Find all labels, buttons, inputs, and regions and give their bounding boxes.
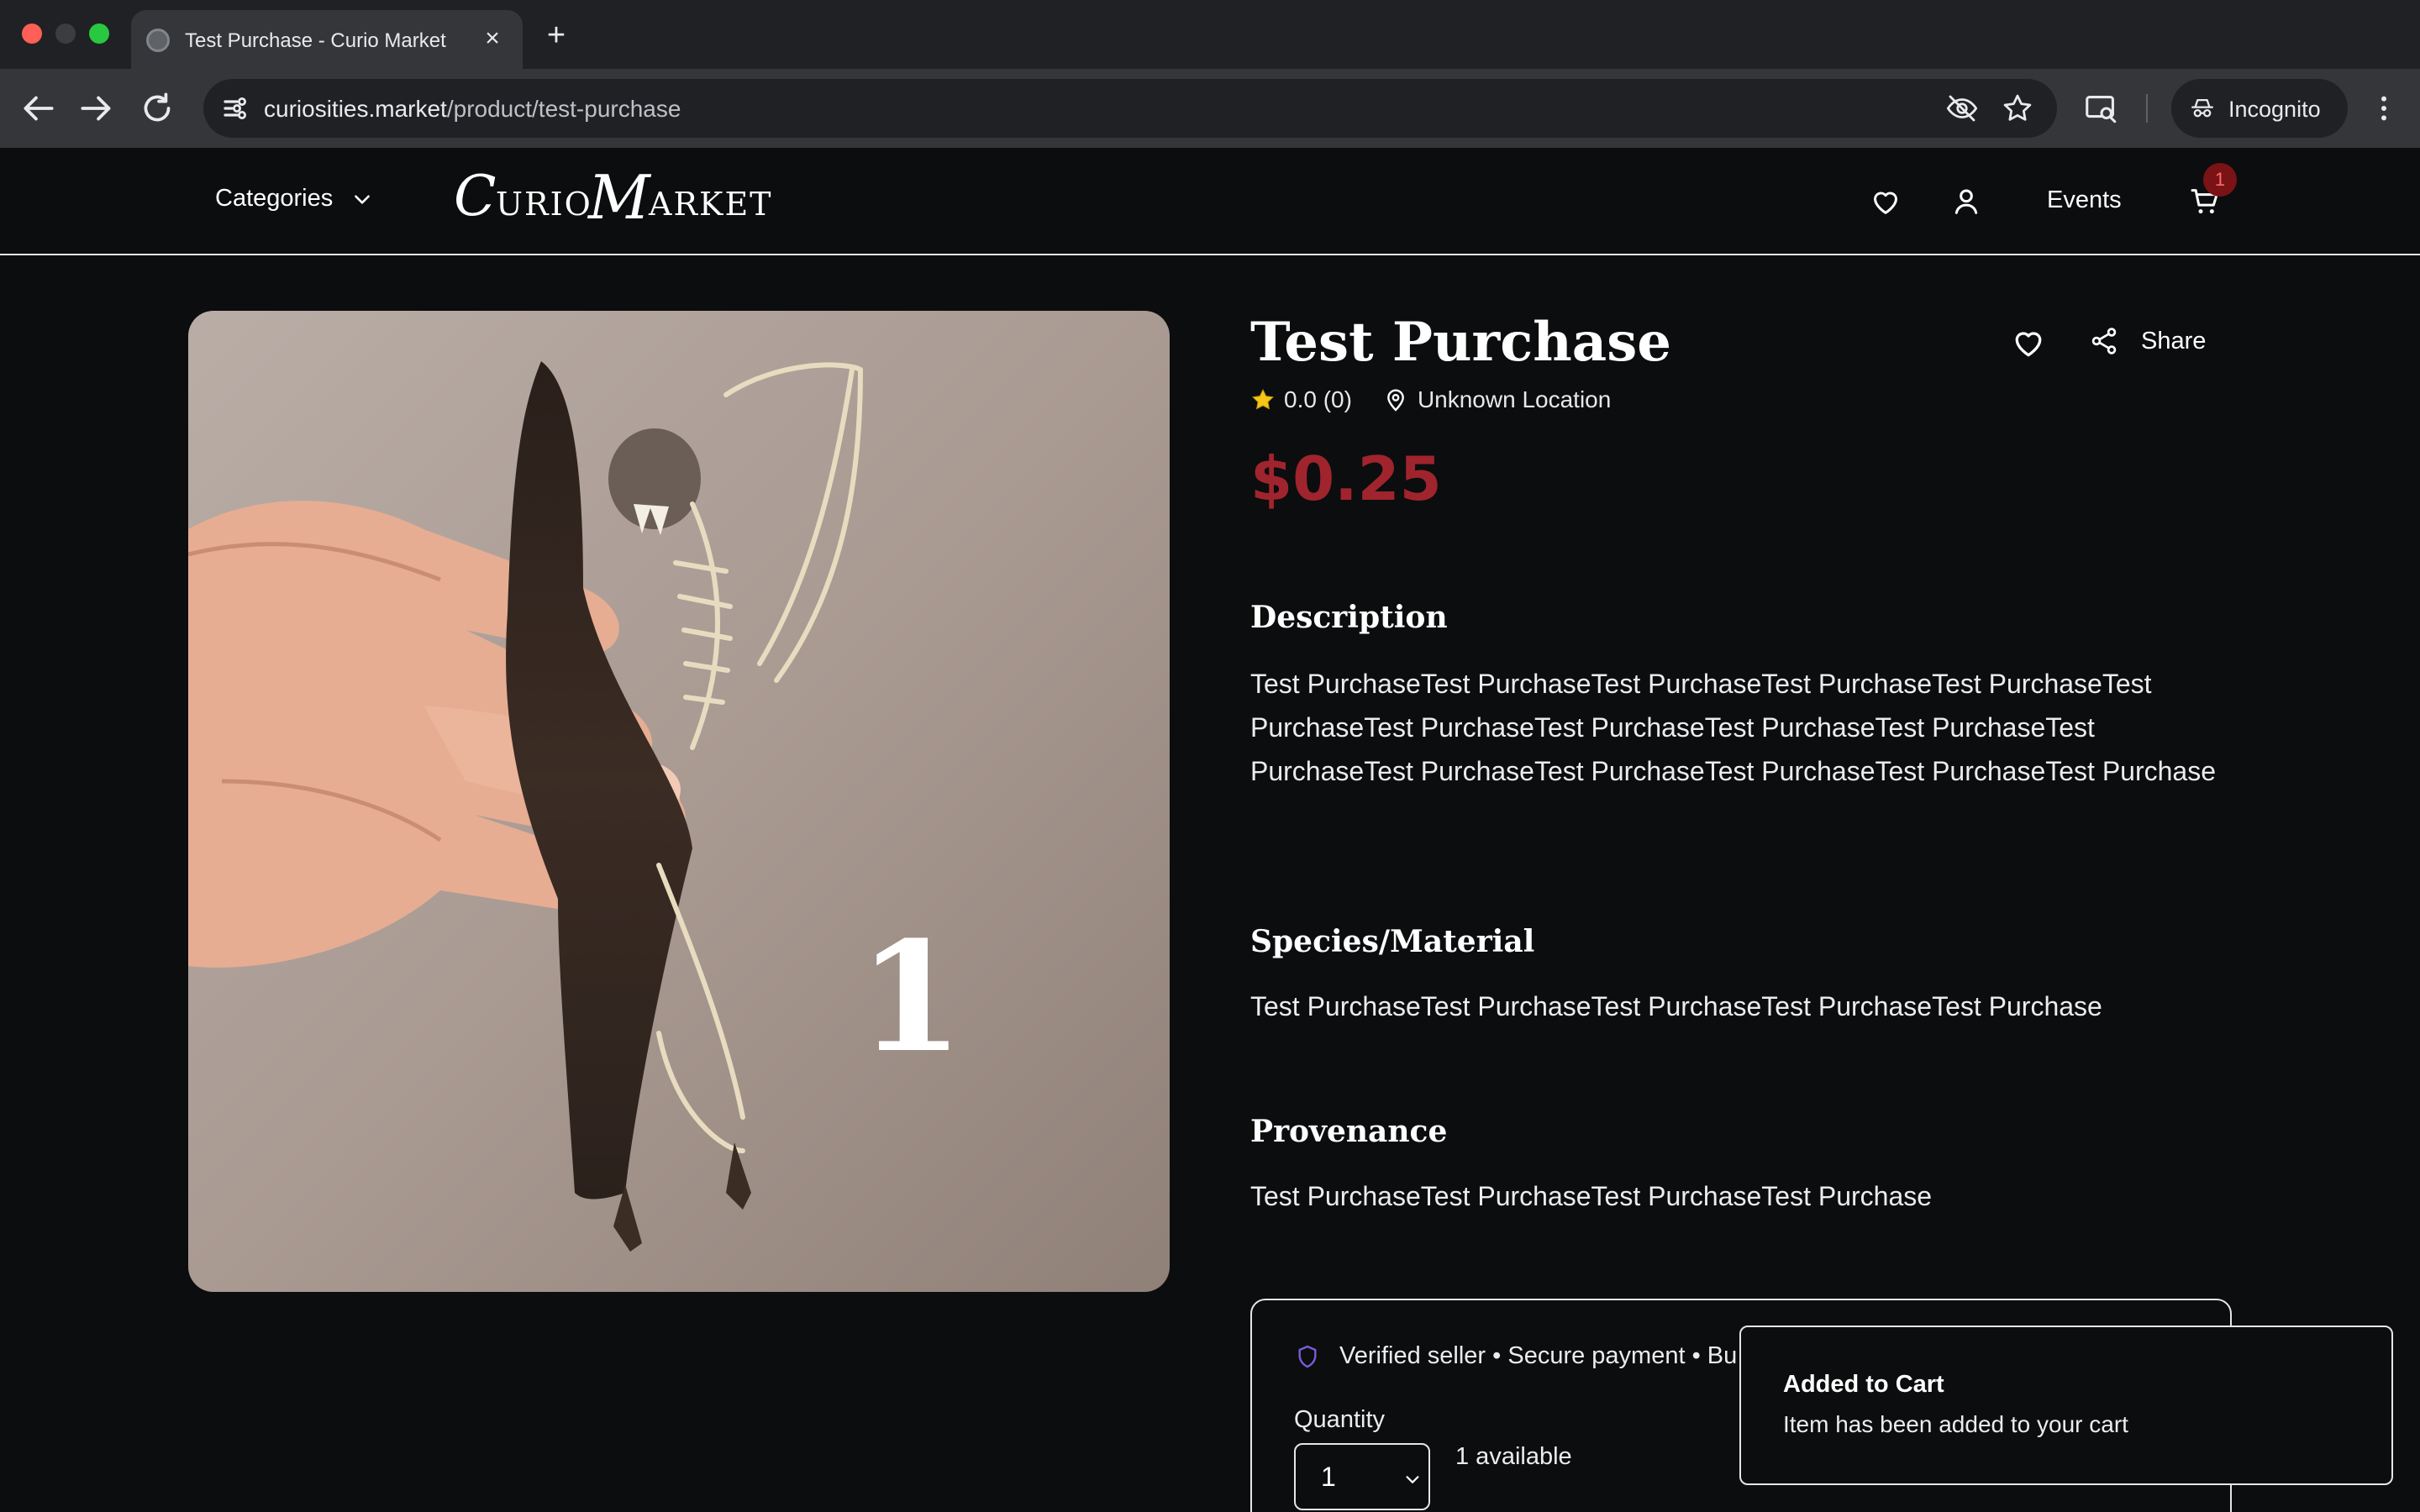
- image-overlay-number: 1: [858, 909, 963, 1086]
- toast-title: Added to Cart: [1783, 1371, 1944, 1398]
- minimize-window-button[interactable]: [55, 24, 76, 44]
- quantity-label: Quantity: [1294, 1406, 1385, 1433]
- added-to-cart-toast[interactable]: Added to Cart Item has been added to you…: [1739, 1326, 2393, 1485]
- incognito-icon: [2191, 98, 2213, 118]
- chevron-down-icon: [355, 194, 371, 204]
- location-text: Unknown Location: [1417, 386, 1612, 412]
- reload-icon[interactable]: [136, 87, 178, 129]
- user-icon[interactable]: [1949, 185, 1983, 218]
- forward-icon[interactable]: [76, 87, 118, 129]
- close-window-button[interactable]: [22, 24, 42, 44]
- rating-text: 0.0 (0): [1284, 386, 1352, 412]
- menu-icon[interactable]: [2366, 91, 2402, 126]
- svg-text:M: M: [587, 162, 652, 233]
- available-count: 1 available: [1455, 1443, 1572, 1470]
- toolbar-divider: [2146, 94, 2148, 123]
- maximize-window-button[interactable]: [89, 24, 109, 44]
- address-bar[interactable]: curiosities.market/product/test-purchase: [203, 79, 2057, 138]
- eye-off-icon[interactable]: [1944, 91, 1980, 126]
- cart-count-badge: 1: [2203, 163, 2237, 197]
- globe-icon: [146, 29, 170, 52]
- species-text: Test PurchaseTest PurchaseTest PurchaseT…: [1250, 991, 2102, 1021]
- shield-icon: [1298, 1345, 1317, 1368]
- browser-tab[interactable]: Test Purchase - Curio Market ×: [131, 10, 523, 69]
- back-icon[interactable]: [17, 87, 59, 129]
- share-icon: [2091, 328, 2117, 354]
- provenance-text: Test PurchaseTest PurchaseTest PurchaseT…: [1250, 1181, 1933, 1211]
- browser-tab-bar: Test Purchase - Curio Market × +: [0, 0, 2420, 69]
- product-meta: 0.0 (0) Unknown Location: [1250, 386, 1611, 413]
- product-price: $0.25: [1250, 444, 1442, 514]
- categories-menu-button[interactable]: Categories: [215, 185, 373, 213]
- trust-text: Verified seller • Secure payment • Bu: [1339, 1342, 1738, 1369]
- trust-badges: Verified seller • Secure payment • Bu: [1294, 1342, 1737, 1370]
- toast-description: Item has been added to your cart: [1783, 1411, 2128, 1437]
- url-text: curiosities.market/product/test-purchase: [264, 96, 681, 122]
- site-header: Categories C URIO M ARKET Events 1: [0, 148, 2420, 255]
- product-image[interactable]: 1: [188, 311, 1170, 1292]
- categories-label: Categories: [215, 185, 334, 212]
- site-logo[interactable]: C URIO M ARKET: [454, 160, 773, 235]
- site-info-icon[interactable]: [215, 88, 255, 129]
- bookmark-star-icon[interactable]: [2000, 91, 2035, 126]
- description-text: Test PurchaseTest PurchaseTest PurchaseT…: [1250, 669, 2217, 786]
- lens-icon[interactable]: [2082, 89, 2121, 128]
- rating-star-icon: [1252, 388, 1274, 410]
- svg-text:ARKET: ARKET: [648, 186, 773, 223]
- incognito-label: Incognito: [2228, 97, 2321, 122]
- close-tab-icon[interactable]: ×: [477, 24, 508, 54]
- share-button[interactable]: Share: [2089, 326, 2206, 356]
- browser-toolbar: curiosities.market/product/test-purchase…: [0, 69, 2420, 148]
- svg-text:URIO: URIO: [496, 186, 592, 223]
- svg-text:C: C: [454, 164, 497, 228]
- quantity-select[interactable]: 1: [1294, 1443, 1430, 1510]
- location-pin-icon: [1387, 389, 1404, 412]
- events-link[interactable]: Events: [2047, 186, 2122, 214]
- favorite-heart-icon[interactable]: [2010, 324, 2047, 361]
- provenance-heading: Provenance: [1250, 1114, 1448, 1149]
- wishlist-heart-icon[interactable]: [1869, 185, 1902, 218]
- share-label: Share: [2141, 327, 2207, 354]
- tab-title: Test Purchase - Curio Market: [185, 29, 446, 52]
- description-heading: Description: [1250, 600, 1448, 635]
- chevron-down-icon: [1406, 1476, 1419, 1483]
- new-tab-button[interactable]: +: [538, 17, 575, 54]
- quantity-value: 1: [1321, 1462, 1336, 1492]
- product-title: Test Purchase: [1250, 311, 1671, 374]
- species-heading: Species/Material: [1250, 924, 1535, 959]
- incognito-button[interactable]: Incognito: [2171, 79, 2348, 138]
